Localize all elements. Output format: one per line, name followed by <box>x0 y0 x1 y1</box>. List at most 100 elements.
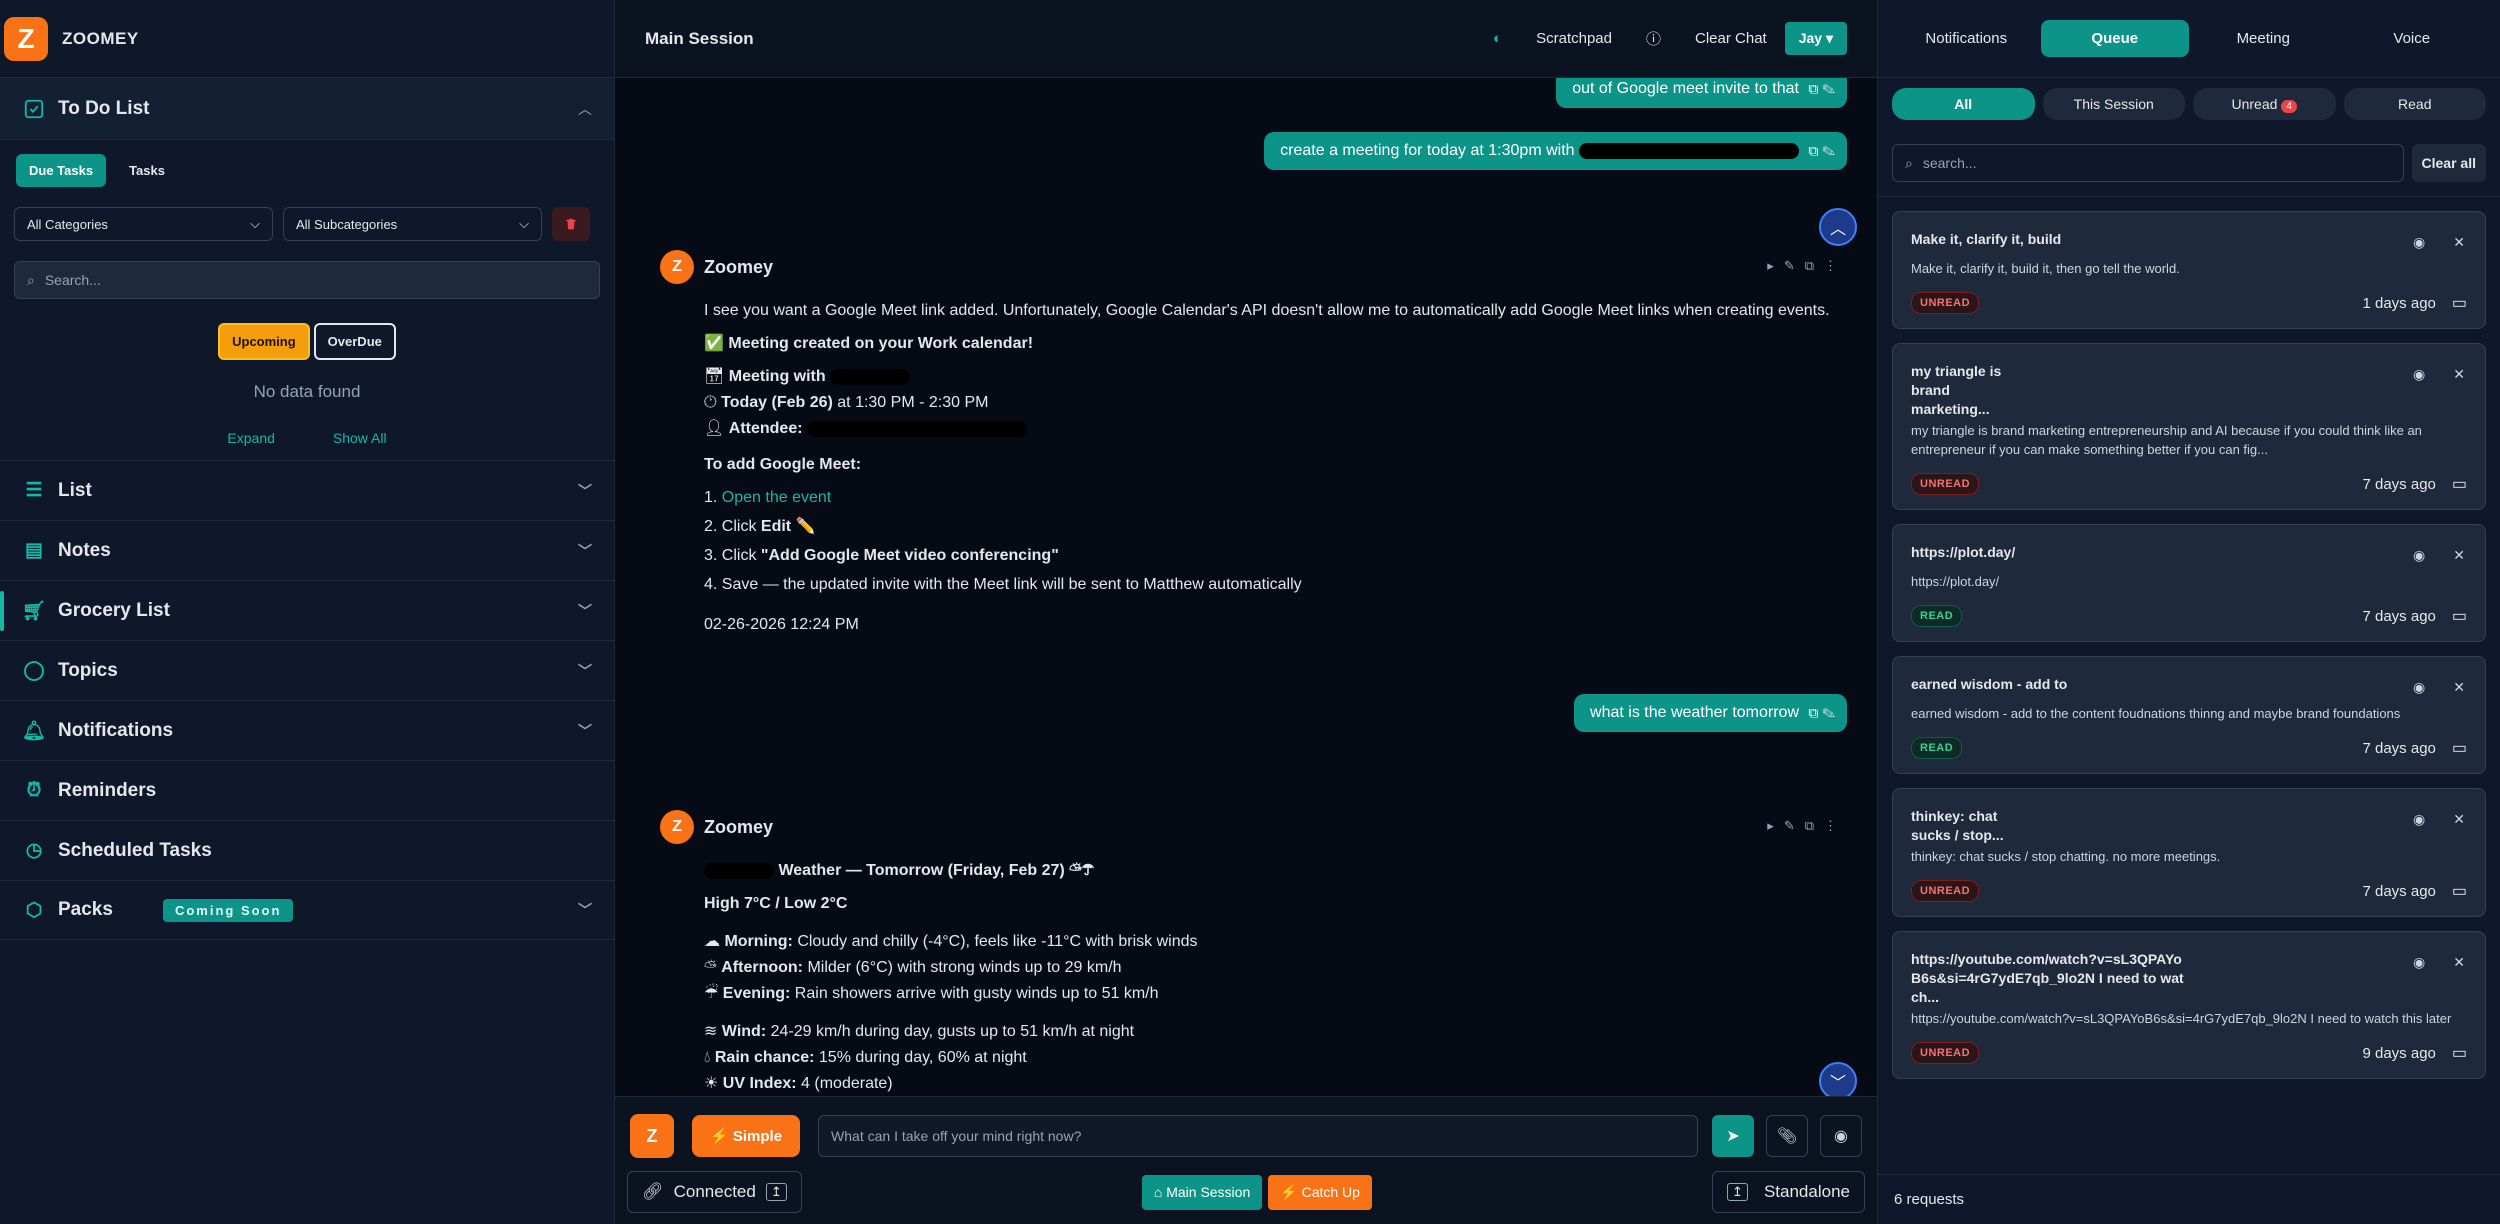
comment-icon[interactable]: ▭ <box>2452 606 2467 626</box>
status-badge: READ <box>1911 737 1963 759</box>
eye-icon[interactable]: ◉ <box>2413 366 2425 383</box>
upcoming-toggle[interactable]: Upcoming <box>218 323 310 360</box>
close-icon[interactable]: ✕ <box>2453 366 2465 383</box>
eye-icon[interactable]: ◉ <box>2413 954 2425 971</box>
close-icon[interactable]: ✕ <box>2453 954 2465 971</box>
trash-button[interactable] <box>552 207 590 241</box>
comment-icon[interactable]: ▭ <box>2452 1043 2467 1063</box>
section-grocery-list[interactable]: 🛒︎ Grocery List ﹀ <box>0 580 614 640</box>
app-logo[interactable]: Z <box>4 16 48 61</box>
filter-read[interactable]: Read <box>2343 88 2486 120</box>
card-title: https://youtube.com/watch?v=sL3QPAYoB6s&… <box>1911 951 2184 1005</box>
send-button[interactable]: ➤ <box>1712 1115 1754 1157</box>
scratchpad-button[interactable]: Scratchpad <box>1536 30 1612 47</box>
eye-icon[interactable]: ◉ <box>2413 234 2425 251</box>
message-text: at 1:30 PM - 2:30 PM <box>832 394 989 411</box>
main-session-button[interactable]: ⌂ Main Session <box>1141 1174 1263 1210</box>
record-button[interactable]: ◉ <box>1820 1115 1862 1157</box>
tab-due-tasks[interactable]: Due Tasks <box>16 154 107 187</box>
help-icon[interactable]: ⓘ <box>1646 28 1661 49</box>
chat-scroll[interactable]: out of Google meet invite to that ⧉ ✎ cre… <box>615 78 1877 1096</box>
copy-edit-icons[interactable]: ⧉ ✎ <box>1808 81 1835 98</box>
tab-notifications[interactable]: Notifications <box>1892 20 2041 57</box>
queue-card[interactable]: ◉ ✕ Make it, clarify it, build Make it, c… <box>1892 211 2486 329</box>
standalone-button[interactable]: ↥ Standalone <box>1712 1171 1865 1213</box>
queue-list[interactable]: ◉ ✕ Make it, clarify it, build Make it, c… <box>1878 196 2500 1079</box>
close-icon[interactable]: ✕ <box>2453 234 2465 251</box>
assistant-message: Z Zoomey ▸✎⧉⋮ Weather — Tomorrow (Friday,… <box>660 810 1847 1096</box>
queue-card[interactable]: ◉ ✕ https://youtube.com/watch?v=sL3QPAYoB… <box>1892 931 2486 1079</box>
clear-all-button[interactable]: Clear all <box>2411 144 2486 182</box>
expand-link[interactable]: Expand <box>227 430 274 446</box>
open-event-link[interactable]: Open the event <box>722 489 831 506</box>
comment-icon[interactable]: ▭ <box>2452 474 2467 494</box>
upload-icon[interactable]: ↥ <box>765 1183 787 1201</box>
close-icon[interactable]: ✕ <box>2453 679 2465 696</box>
calendar-icon: 📅︎ <box>704 368 729 385</box>
overdue-toggle[interactable]: OverDue <box>313 323 396 360</box>
message-text: 1. <box>704 489 722 506</box>
section-list[interactable]: ☰ List ﹀ <box>0 460 614 520</box>
tab-tasks[interactable]: Tasks <box>116 154 178 187</box>
simple-label: Simple <box>732 1128 783 1145</box>
section-reminders[interactable]: ⏰︎ Reminders <box>0 760 614 820</box>
copy-edit-icons[interactable]: ⧉ ✎ <box>1808 705 1835 722</box>
subcategory-select[interactable]: All Subcategories ⌵ <box>283 207 542 241</box>
queue-card[interactable]: ◉ ✕ https://plot.day/ https://plot.day/ R… <box>1892 524 2486 642</box>
avatar: Z <box>660 810 694 844</box>
comment-icon[interactable]: ▭ <box>2452 293 2467 313</box>
queue-card[interactable]: ◉ ✕ thinkey: chat sucks / stop... thinkey… <box>1892 788 2486 917</box>
comment-icon[interactable]: ▭ <box>2452 881 2467 901</box>
tab-voice[interactable]: Voice <box>2338 20 2487 57</box>
right-panel: Notifications Queue Meeting Voice All Th… <box>1878 0 2500 1224</box>
message-input[interactable]: What can I take off your mind right now? <box>818 1115 1698 1157</box>
chevron-down-icon: ⌵ <box>250 216 260 231</box>
section-notifications[interactable]: 🔔︎ Notifications ﹀ <box>0 700 614 760</box>
filter-this-session[interactable]: This Session <box>2042 88 2185 120</box>
category-select[interactable]: All Categories ⌵ <box>14 207 273 241</box>
attach-button[interactable]: 📎︎ <box>1766 1115 1808 1157</box>
section-scheduled-tasks[interactable]: ◷ Scheduled Tasks <box>0 820 614 880</box>
eye-icon[interactable]: ◉ <box>2413 811 2425 828</box>
comment-icon[interactable]: ▭ <box>2452 738 2467 758</box>
message-tools-icons[interactable]: ▸✎⧉⋮ <box>1767 818 1847 834</box>
cloud-icon: ☁︎ <box>704 933 725 950</box>
message-text: I see you want a Google Meet link added.… <box>704 302 1830 319</box>
todo-search-input[interactable]: ⌕ Search... <box>14 261 600 299</box>
eye-icon[interactable]: ◉ <box>2413 679 2425 696</box>
show-all-link[interactable]: Show All <box>333 430 387 446</box>
section-topics[interactable]: ◯ Topics ﹀ <box>0 640 614 700</box>
scroll-up-button[interactable]: ︿ <box>1819 208 1857 246</box>
sun-cloud-icon: ⛅︎ <box>704 959 722 976</box>
copy-edit-icons[interactable]: ⧉ ✎ <box>1808 143 1835 160</box>
catch-up-button[interactable]: ⚡ Catch Up <box>1268 1174 1372 1210</box>
filter-all[interactable]: All <box>1892 88 2035 120</box>
eye-icon[interactable]: ◉ <box>2413 547 2425 564</box>
section-notes[interactable]: ▤ Notes ﹀ <box>0 520 614 580</box>
close-icon[interactable]: ✕ <box>2453 547 2465 564</box>
message-text: 4 (moderate) <box>796 1075 893 1092</box>
queue-card[interactable]: ◉ ✕ earned wisdom - add to earned wisdom … <box>1892 656 2486 774</box>
tab-meeting[interactable]: Meeting <box>2189 20 2338 57</box>
redaction <box>807 420 1027 437</box>
tab-queue[interactable]: Queue <box>2040 20 2189 57</box>
card-title: my triangle is brand marketing... <box>1911 363 2002 417</box>
message-tools-icons[interactable]: ▸✎⧉⋮ <box>1767 258 1847 274</box>
section-packs[interactable]: ⬡ Packs Coming Soon ﹀ <box>0 880 614 940</box>
assistant-message: Z Zoomey ▸✎⧉⋮ I see you want a Google Mee… <box>660 250 1847 645</box>
filter-unread[interactable]: Unread 4 <box>2193 88 2336 120</box>
queue-card[interactable]: ◉ ✕ my triangle is brand marketing... my … <box>1892 343 2486 510</box>
todo-header[interactable]: To Do List ︿ <box>0 78 614 140</box>
clock-icon: 🕐︎ <box>704 394 722 411</box>
simple-mode-button[interactable]: ⚡ Simple <box>692 1115 801 1157</box>
queue-search-input[interactable]: ⌕ search... <box>1892 144 2404 182</box>
clear-chat-button[interactable]: Clear Chat <box>1695 30 1767 47</box>
unread-count-badge: 4 <box>2281 100 2297 113</box>
zoomey-button[interactable]: Z <box>630 1114 674 1158</box>
scroll-down-button[interactable]: ﹀ <box>1819 1062 1857 1096</box>
theme-toggle-icon[interactable]: ◐ <box>1493 30 1502 47</box>
close-icon[interactable]: ✕ <box>2453 811 2465 828</box>
user-menu-button[interactable]: Jay ▾ <box>1784 22 1847 55</box>
person-icon: 👤︎ <box>704 420 729 437</box>
chevron-up-icon[interactable]: ︿ <box>578 99 592 119</box>
